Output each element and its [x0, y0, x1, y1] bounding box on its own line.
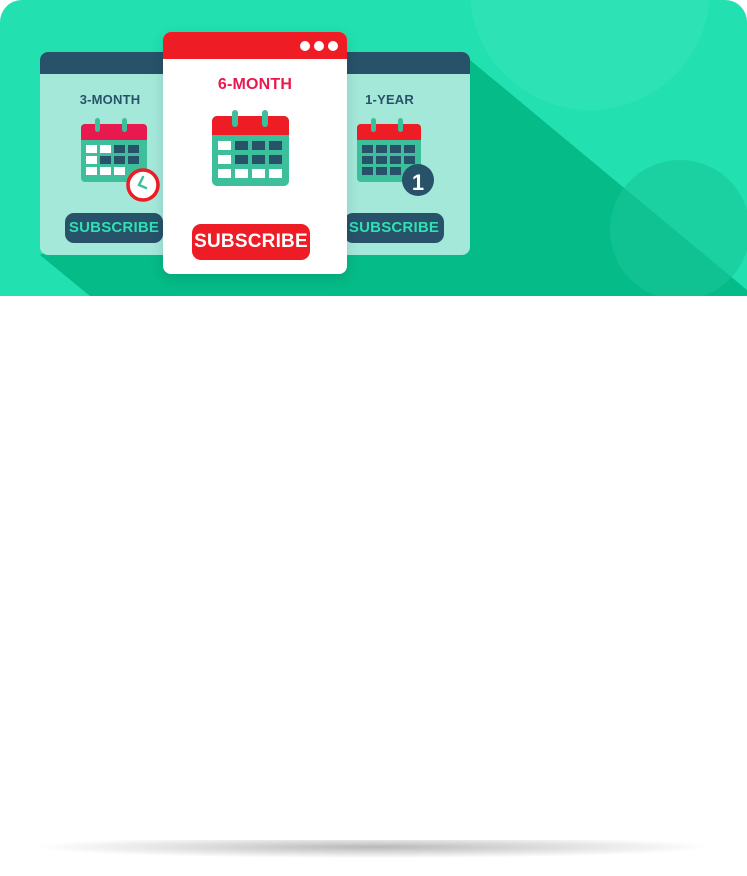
plan-card-1-year: 1-YEAR 1 SUBSCRIBE — [330, 52, 470, 255]
subscribe-button-1-year[interactable]: SUBSCRIBE — [344, 213, 444, 243]
year-badge-number: 1 — [411, 170, 425, 195]
plan-card-header — [330, 52, 470, 74]
plan-card-6-month: 6-MONTH SUBSCRIBE — [163, 32, 347, 274]
calendar-clock-icon — [81, 118, 160, 202]
window-dot-icon — [300, 41, 310, 51]
subscribe-button-6-month[interactable]: SUBSCRIBE — [192, 224, 310, 260]
hero-banner: 3-MONTH SUBSCRIBE 1-YEAR 1 SUBSCRIBE 6-M… — [0, 0, 747, 296]
plan-card-3-month: 3-MONTH SUBSCRIBE — [40, 52, 180, 255]
plan-title-3-month: 3-MONTH — [79, 92, 141, 107]
window-dot-icon — [314, 41, 324, 51]
content-card: 3-MONTH SUBSCRIBE 1-YEAR 1 SUBSCRIBE 6-M… — [0, 0, 747, 840]
plan-card-header — [40, 52, 180, 74]
plan-title-6-month: 6-MONTH — [217, 76, 293, 93]
window-title-bar — [163, 32, 347, 59]
subscribe-button-3-month[interactable]: SUBSCRIBE — [65, 213, 163, 243]
window-dot-icon — [328, 41, 338, 51]
calendar-icon — [212, 110, 289, 186]
